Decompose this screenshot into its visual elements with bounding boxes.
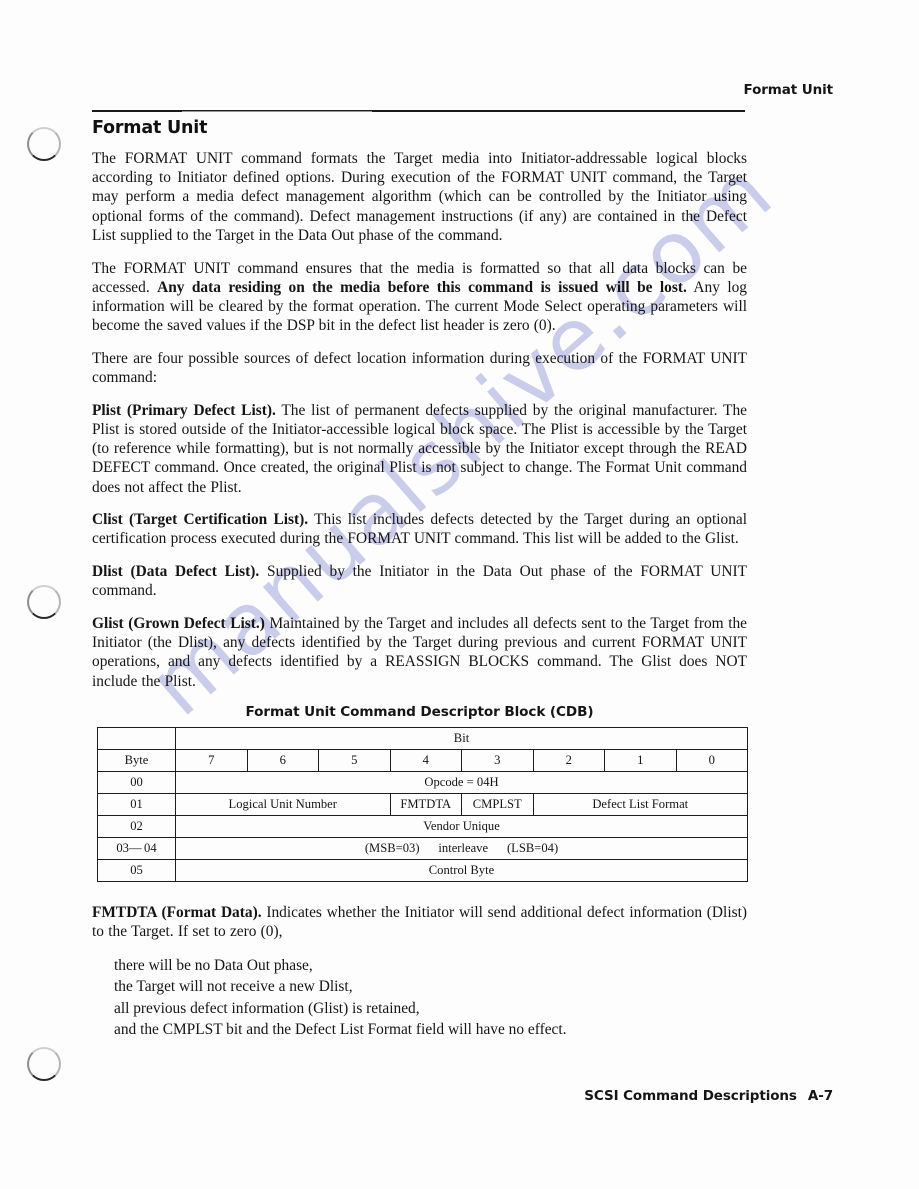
cdb-field-cell: Logical Unit Number: [175, 792, 391, 816]
list-item: there will be no Data Out phase,: [114, 956, 313, 974]
cdb-bit-number-2: 2: [532, 748, 605, 772]
cdb-byte-offset: 01: [97, 792, 176, 816]
paragraph-ensures: The FORMAT UNIT command ensures that the…: [92, 259, 747, 336]
running-head: Format Unit: [743, 82, 834, 98]
cdb-row: 02 Vendor Unique: [97, 814, 748, 838]
list-item: the Target will not receive a new Dlist,: [114, 978, 353, 996]
cdb-row: 05 Control Byte: [97, 858, 748, 882]
fmtdta-term: FMTDTA (Format Data).: [92, 903, 262, 921]
cdb-bit-header-label: Bit: [175, 726, 748, 750]
cdb-bit-number-3: 3: [461, 748, 534, 772]
cdb-row: 01 Logical Unit Number FMTDTA CMPLST Defect …: [97, 792, 748, 816]
clist-term: Clist (Target Certification List).: [92, 511, 309, 529]
list-item: all previous defect information (Glist) …: [114, 999, 420, 1017]
paragraph-four-sources: There are four possible sources of defec…: [92, 349, 747, 387]
cdb-field-cell: Defect List Format: [532, 792, 748, 816]
cdb-bit-number-1: 1: [604, 748, 677, 772]
paragraph-glist: Glist (Grown Defect List.) Maintained by…: [92, 614, 747, 691]
plist-term: Plist (Primary Defect List).: [92, 401, 276, 419]
paragraph-intro: The FORMAT UNIT command formats the Targ…: [92, 150, 747, 244]
list-item: and the CMPLST bit and the Defect List F…: [114, 1021, 567, 1039]
cdb-field-cell: FMTDTA: [389, 792, 462, 816]
header-divider: [92, 110, 745, 112]
cdb-field-cell: Control Byte: [175, 858, 748, 882]
cdb-byte-offset: 00: [97, 770, 176, 794]
cdb-bit-number-row: Byte 7 6 5 4 3 2 1 0: [97, 748, 748, 772]
cdb-table-body: Bit Byte 7 6 5 4 3 2 1 0 00 Opcode = 04H 01 Logical U…: [97, 726, 748, 882]
cdb-row: 00 Opcode = 04H: [97, 770, 748, 794]
cdb-byte-offset: 02: [97, 814, 176, 838]
cdb-bit-number-7: 7: [175, 748, 248, 772]
fmtdta-effects-list: there will be no Data Out phase, the Targ…: [92, 955, 747, 1041]
cdb-bit-header-row: Bit: [97, 726, 748, 750]
footer: SCSI Command Descriptions A-7: [584, 1088, 833, 1104]
body-column: Format Unit The FORMAT UNIT command form…: [92, 118, 748, 1041]
table-caption: Format Unit Command Descriptor Block (CD…: [245, 703, 594, 720]
paragraph-plist: Plist (Primary Defect List). The list of…: [92, 401, 747, 497]
cdb-bit-number-4: 4: [389, 748, 462, 772]
page-number: A-7: [807, 1088, 833, 1104]
page-title: Format Unit: [92, 118, 208, 138]
footer-title: SCSI Command Descriptions: [584, 1088, 797, 1104]
para-emphasis: Any data residing on the media before th…: [157, 278, 687, 296]
cdb-field-cell: (MSB=03) interleave (LSB=04): [175, 836, 748, 860]
paragraph-clist: Clist (Target Certification List). This …: [92, 510, 747, 548]
cdb-field-cell: Vendor Unique: [175, 814, 748, 838]
cdb-byte-offset: 03— 04: [97, 836, 176, 860]
ring-binder-hole-icon: [27, 127, 61, 161]
cdb-bit-number-0: 0: [675, 748, 748, 772]
paragraph-fmtdta: FMTDTA (Format Data). Indicates whether …: [92, 903, 747, 941]
glist-term: Glist (Grown Defect List.): [92, 615, 265, 633]
ring-binder-hole-icon: [27, 1047, 61, 1081]
paragraph-dlist: Dlist (Data Defect List). Supplied by th…: [92, 562, 747, 600]
cdb-bit-number-6: 6: [246, 748, 319, 772]
ring-binder-hole-icon: [27, 585, 61, 619]
cdb-byte-header-label: Byte: [97, 748, 176, 772]
cdb-field-cell: CMPLST: [461, 792, 534, 816]
cdb-bit-number-5: 5: [318, 748, 391, 772]
document-page: manualshive.com Format Unit Format Unit …: [0, 0, 919, 1189]
cdb-field-cell: Opcode = 04H: [175, 770, 748, 794]
cdb-row: 03— 04 (MSB=03) interleave (LSB=04): [97, 836, 748, 860]
cdb-byte-offset: 05: [97, 858, 176, 882]
cdb-table: Bit Byte 7 6 5 4 3 2 1 0 00 Opcode = 04H 01 Logical U…: [97, 726, 748, 882]
dlist-term: Dlist (Data Defect List).: [92, 563, 260, 581]
cdb-corner-cell: [97, 726, 176, 750]
